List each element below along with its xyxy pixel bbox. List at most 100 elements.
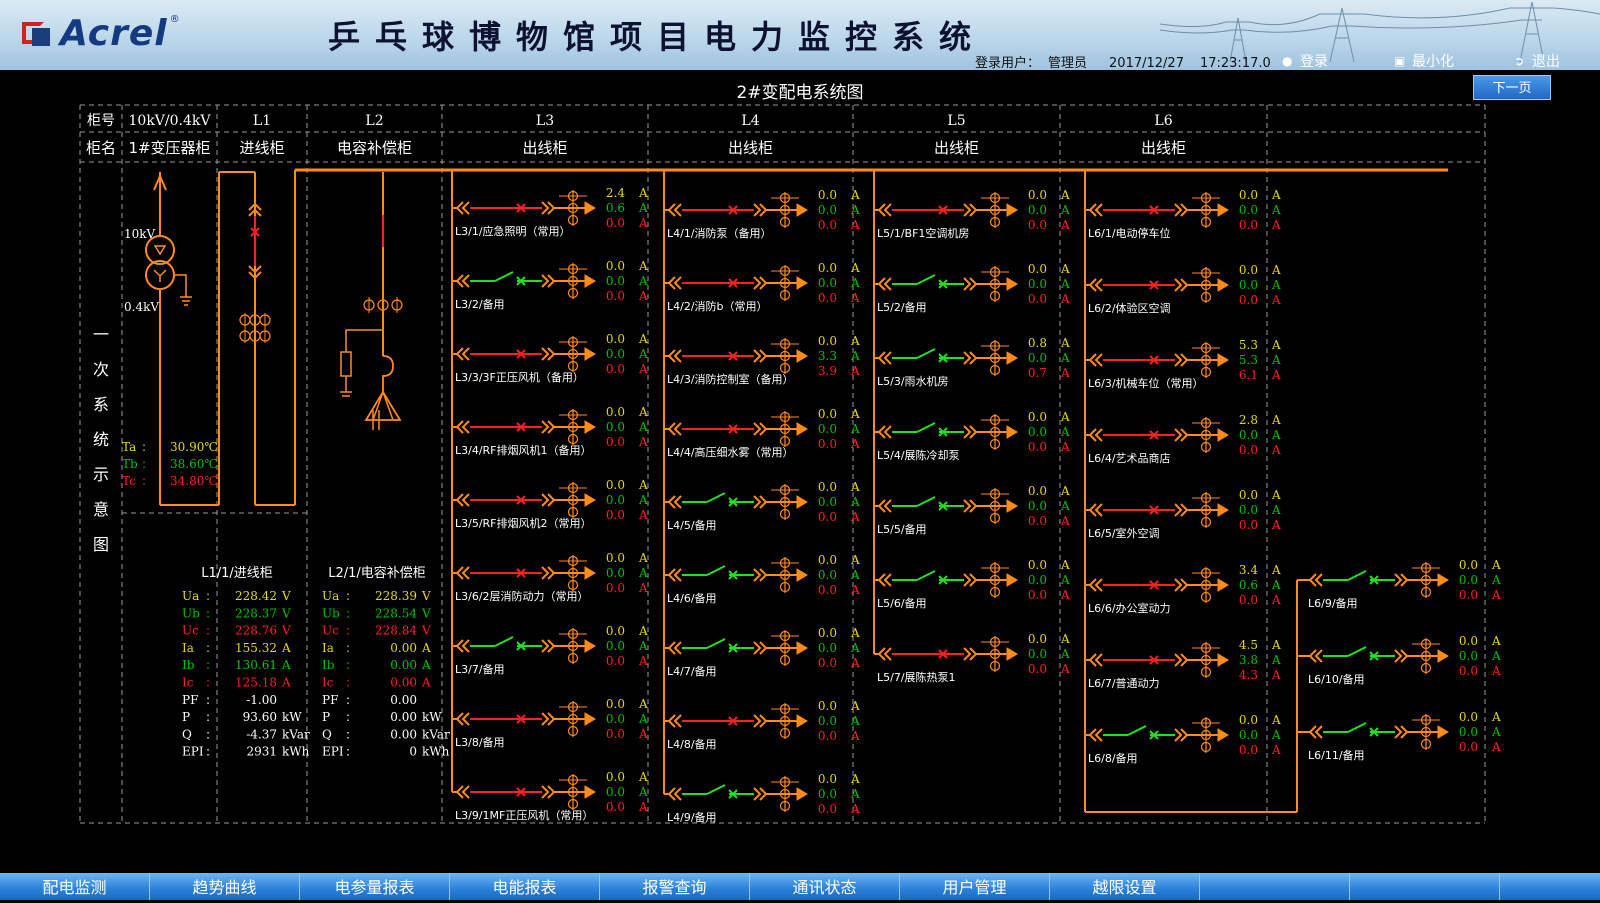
- feeder-current-ic: 0.0: [606, 727, 625, 741]
- nav-item-6[interactable]: 用户管理: [900, 873, 1050, 900]
- meter-value: 228.84: [375, 624, 417, 638]
- feeder-unit: A: [1060, 366, 1070, 380]
- breaker-open-blade: [916, 422, 936, 433]
- disconnector-icon: [1174, 278, 1189, 292]
- meter-title: L1/1/进线柜: [201, 566, 273, 581]
- temp-sep: :: [142, 440, 146, 454]
- feeder-unit: A: [1060, 484, 1070, 498]
- feeder-l4-9: L4/9/备用 0.0 A 0.0 A 0.0 A: [667, 772, 860, 824]
- load-arrow-icon: [796, 276, 808, 290]
- feeder-unit: A: [1271, 218, 1281, 232]
- meter-key: Ib: [322, 658, 335, 672]
- feeder-current-ic: 0.7: [1028, 366, 1047, 380]
- meter-key: Ua: [322, 589, 339, 603]
- side-label-char: 系: [93, 395, 109, 414]
- meter-sep: :: [346, 710, 350, 724]
- meter-unit: V: [421, 589, 431, 603]
- meter-unit: A: [421, 676, 431, 690]
- feeder-name: L4/9/备用: [667, 810, 717, 824]
- feeder-l4-3: L4/3/消防控制室（备用） 0.0 A 3.3 A 3.9 A: [667, 334, 860, 386]
- feeder-current-ib: 0.0: [606, 420, 625, 434]
- breaker-open-blade: [1347, 722, 1367, 733]
- feeder-unit: A: [1060, 351, 1070, 365]
- nav-item-3[interactable]: 电能报表: [450, 873, 600, 900]
- nav-item-0[interactable]: 配电监测: [0, 873, 150, 900]
- cabinet-name: 出线柜: [1141, 139, 1186, 157]
- feeder-current-ia: 0.0: [606, 259, 625, 273]
- nav-item-7[interactable]: 越限设置: [1050, 873, 1200, 900]
- disconnector-icon: [455, 566, 470, 580]
- feeder-name: L3/5/RF排烟风机2（常用）: [455, 516, 592, 530]
- nav-item-2[interactable]: 电参量报表: [300, 873, 450, 900]
- feeder-name: L5/3/雨水机房: [877, 374, 949, 388]
- feeder-l6-5: L6/5/室外空调 0.0 A 0.0 A 0.0 A: [1088, 488, 1281, 540]
- nav-item-1[interactable]: 趋势曲线: [150, 873, 300, 900]
- feeder-current-ib: 0.6: [606, 201, 625, 215]
- disconnector-icon: [753, 495, 768, 509]
- feeder-unit: A: [638, 478, 648, 492]
- disconnector-icon: [877, 351, 892, 365]
- feeder-unit: A: [638, 289, 648, 303]
- side-label-char: 示: [93, 465, 109, 484]
- disconnector-icon: [667, 349, 682, 363]
- feeder-current-ia: 0.0: [818, 334, 837, 348]
- feeder-unit: A: [638, 347, 648, 361]
- feeder-l5-6: L5/6/备用 0.0 A 0.0 A 0.0 A: [877, 558, 1070, 610]
- disconnector-icon: [541, 712, 556, 726]
- feeder-current-ic: 0.0: [818, 510, 837, 524]
- feeder-current-ic: 0.0: [606, 289, 625, 303]
- feeder-current-ic: 0.0: [1239, 443, 1258, 457]
- cabinet-table-header: 柜号柜名 10kV/0.4kV 1#变压器柜 L1 进线柜 L2 电容补偿柜 L3 出线柜 L4 出…: [86, 113, 1186, 157]
- feeder-unit: A: [638, 259, 648, 273]
- feeder-unit: A: [850, 772, 860, 786]
- temp-value: 30.90℃: [170, 440, 218, 454]
- disconnector-icon: [455, 712, 470, 726]
- feeder-unit: A: [1491, 710, 1501, 724]
- feeder-l4-7: L4/7/备用 0.0 A 0.0 A 0.0 A: [667, 626, 860, 678]
- feeder-name: L5/7/展陈热泵1: [877, 670, 956, 684]
- feeder-unit: A: [638, 274, 648, 288]
- feeder-unit: A: [850, 364, 860, 378]
- meter-unit: V: [281, 589, 291, 603]
- meter-key: Uc: [182, 624, 199, 638]
- feeder-unit: A: [638, 551, 648, 565]
- meter-unit: A: [281, 658, 291, 672]
- feeder-current-ia: 0.0: [818, 626, 837, 640]
- feeder-current-ic: 0.0: [1239, 518, 1258, 532]
- feeder-current-ib: 3.3: [818, 349, 837, 363]
- meter-unit: V: [421, 606, 431, 620]
- feeder-current-ia: 0.0: [1239, 263, 1258, 277]
- feeder-name: L4/3/消防控制室（备用）: [667, 372, 794, 386]
- feeder-l4-4: L4/4/高压细水雾（常用） 0.0 A 0.0 A 0.0 A: [667, 407, 860, 459]
- feeder-l4-8: L4/8/备用 0.0 A 0.0 A 0.0 A: [667, 699, 860, 751]
- feeder-name: L4/6/备用: [667, 591, 717, 605]
- feeder-name: L3/8/备用: [455, 735, 505, 749]
- feeder-current-ia: 0.0: [818, 188, 837, 202]
- feeder-current-ia: 0.0: [1459, 558, 1478, 572]
- feeder-unit: A: [1271, 578, 1281, 592]
- feeder-group-l4: L4/1/消防泵（备用） 0.0 A 0.0 A 0.0 A L4/2/消防b（常用） 0.0 A…: [663, 170, 860, 824]
- breaker-open-blade: [916, 496, 936, 507]
- feeder-current-ia: 0.0: [1028, 262, 1047, 276]
- nav-item-5[interactable]: 通讯状态: [750, 873, 900, 900]
- disconnector-icon: [541, 566, 556, 580]
- feeder-group-l3: L3/1/应急照明（常用） 2.4 A 0.6 A 0.0 A L3/2/备用 0.0 A 0.0 A…: [451, 170, 648, 822]
- meter-unit: A: [281, 676, 291, 690]
- feeder-current-ib: 0.0: [606, 785, 625, 799]
- load-arrow-icon: [584, 493, 596, 507]
- feeder-unit: A: [850, 480, 860, 494]
- disconnector-icon: [667, 495, 682, 509]
- feeder-unit: A: [850, 641, 860, 655]
- feeder-unit: A: [1060, 514, 1070, 528]
- disconnector-icon: [541, 420, 556, 434]
- breaker-open-blade: [706, 638, 726, 649]
- meter-sep: :: [206, 641, 210, 655]
- disconnector-icon: [1308, 649, 1323, 663]
- feeder-current-ib: 0.6: [1239, 578, 1258, 592]
- nav-item-4[interactable]: 报警查询: [600, 873, 750, 900]
- feeder-unit: A: [1271, 338, 1281, 352]
- cabinet-name: 出线柜: [522, 139, 567, 157]
- feeder-unit: A: [850, 203, 860, 217]
- cabinet-no: 10kV/0.4kV: [129, 113, 212, 129]
- feeder-current-ia: 4.5: [1239, 638, 1258, 652]
